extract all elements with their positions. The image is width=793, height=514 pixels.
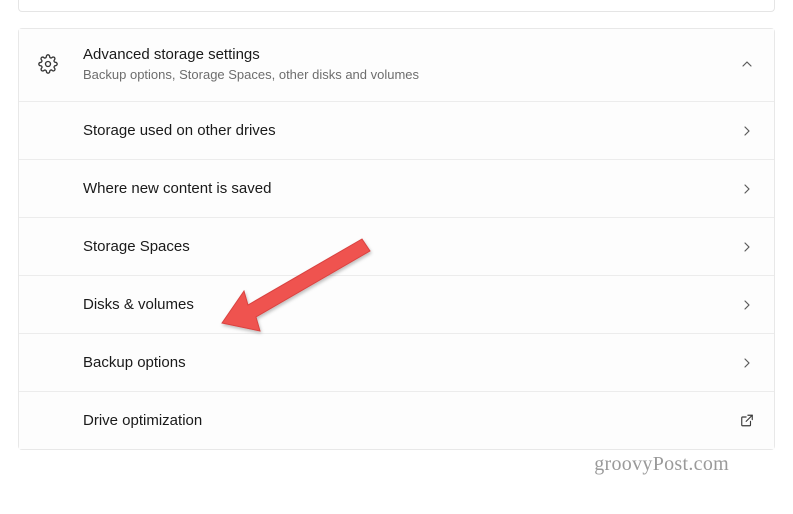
external-link-icon (740, 414, 754, 428)
advanced-storage-panel: Advanced storage settings Backup options… (18, 28, 775, 450)
item-label: Where new content is saved (83, 180, 730, 197)
item-drive-optimization[interactable]: Drive optimization (19, 392, 774, 449)
item-label: Storage Spaces (83, 238, 730, 255)
header-title: Advanced storage settings (83, 45, 730, 65)
chevron-right-icon (740, 240, 754, 254)
chevron-right-icon (740, 356, 754, 370)
previous-panel-edge (18, 0, 775, 12)
chevron-right-icon (740, 298, 754, 312)
gear-icon (37, 53, 59, 75)
chevron-right-icon (740, 124, 754, 138)
header-subtitle: Backup options, Storage Spaces, other di… (83, 67, 730, 84)
item-label: Storage used on other drives (83, 122, 730, 139)
chevron-up-icon (740, 57, 754, 71)
watermark: groovyPost.com (594, 453, 729, 476)
item-label: Disks & volumes (83, 296, 730, 313)
item-disks-and-volumes[interactable]: Disks & volumes (19, 276, 774, 334)
header-text: Advanced storage settings Backup options… (83, 45, 730, 83)
item-storage-used-other-drives[interactable]: Storage used on other drives (19, 102, 774, 160)
chevron-right-icon (740, 182, 754, 196)
item-where-new-content-saved[interactable]: Where new content is saved (19, 160, 774, 218)
advanced-storage-header[interactable]: Advanced storage settings Backup options… (19, 29, 774, 102)
item-label: Drive optimization (83, 412, 730, 429)
item-storage-spaces[interactable]: Storage Spaces (19, 218, 774, 276)
item-backup-options[interactable]: Backup options (19, 334, 774, 392)
item-label: Backup options (83, 354, 730, 371)
